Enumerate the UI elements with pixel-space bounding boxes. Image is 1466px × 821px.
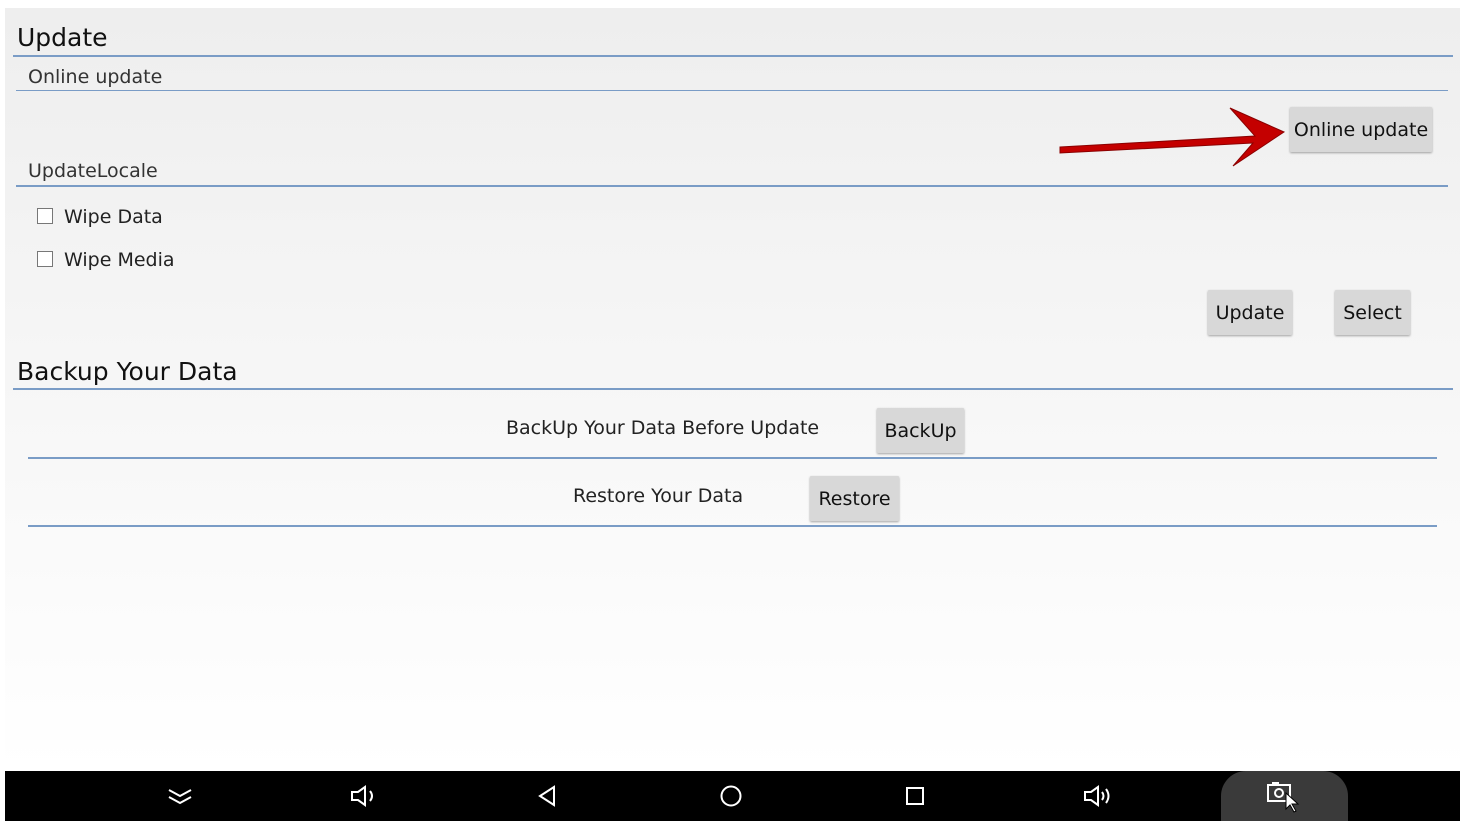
update-locale-divider [16,185,1448,187]
recents-icon[interactable] [885,771,945,821]
online-update-divider [16,90,1448,91]
volume-down-icon[interactable] [334,771,394,821]
wipe-media-label: Wipe Media [64,249,175,271]
wipe-data-checkbox[interactable] [37,208,53,224]
update-title: Update [17,23,108,52]
online-update-button[interactable]: Online update [1290,107,1432,152]
back-icon[interactable] [517,771,577,821]
backup-button[interactable]: BackUp [877,408,964,453]
update-button[interactable]: Update [1208,290,1292,335]
screenshot-icon[interactable] [1254,771,1314,821]
home-icon[interactable] [701,771,761,821]
backup-row-divider [28,457,1437,459]
restore-label: Restore Your Data [573,485,744,507]
navigation-bar [5,771,1460,821]
update-divider [13,55,1453,57]
select-button[interactable]: Select [1335,290,1410,335]
update-locale-section-title: UpdateLocale [28,160,158,182]
arrow-annotation-icon [1059,107,1286,167]
restore-button[interactable]: Restore [810,476,899,521]
wipe-data-label: Wipe Data [64,206,163,228]
volume-up-icon[interactable] [1068,771,1128,821]
online-update-section-title: Online update [28,66,163,88]
backup-divider [13,388,1453,390]
wipe-media-checkbox[interactable] [37,251,53,267]
chevron-double-down-icon[interactable] [150,771,210,821]
backup-title: Backup Your Data [17,357,238,386]
backup-label: BackUp Your Data Before Update [506,417,820,439]
restore-row-divider [28,525,1437,527]
